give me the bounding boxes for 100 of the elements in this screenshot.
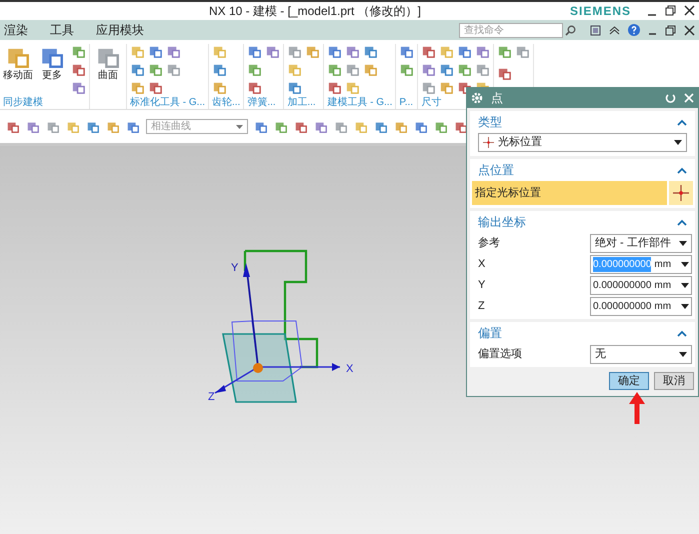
tool-icon[interactable] (475, 44, 490, 59)
tool-icon[interactable] (434, 120, 448, 134)
tool-icon[interactable] (265, 44, 280, 59)
tool-icon[interactable] (363, 62, 378, 77)
tool-icon[interactable] (212, 80, 227, 95)
menu-item[interactable]: 渲染 (4, 21, 28, 39)
point-dialog-button[interactable] (669, 181, 693, 205)
tool-icon[interactable] (6, 120, 20, 134)
search-field[interactable]: 查找命令 (459, 22, 563, 38)
tool-icon[interactable] (439, 62, 454, 77)
search-icon[interactable] (565, 24, 576, 36)
tool-icon[interactable] (345, 44, 360, 59)
tool-icon[interactable] (439, 80, 454, 95)
group-label[interactable]: 齿轮... (212, 96, 240, 109)
tool-icon[interactable] (148, 62, 163, 77)
restore-icon[interactable] (665, 5, 676, 16)
brand-logo: SIEMENS (570, 3, 631, 20)
tool-icon[interactable] (497, 44, 512, 59)
tool-icon[interactable] (327, 80, 342, 95)
coordinate-field[interactable]: 0.000000000 mm (590, 296, 692, 316)
tool-icon[interactable] (497, 66, 512, 82)
ribbon-button[interactable]: 移动面 (3, 44, 33, 96)
menu-item[interactable]: 工具 (50, 21, 74, 39)
tool-icon[interactable] (148, 80, 163, 95)
collapse-icon[interactable] (677, 218, 687, 226)
dropdown-caret-icon[interactable] (681, 282, 689, 288)
group-label[interactable]: 同步建模 (3, 96, 86, 109)
close-icon[interactable] (684, 5, 695, 16)
tool-icon[interactable] (394, 120, 408, 134)
tool-icon[interactable] (515, 44, 530, 59)
restore-icon[interactable] (665, 24, 676, 36)
tool-icon[interactable] (106, 120, 120, 134)
tool-icon[interactable] (148, 44, 163, 59)
tool-icon[interactable] (374, 120, 388, 134)
help-icon[interactable] (628, 24, 640, 36)
tool-icon[interactable] (71, 62, 86, 77)
tool-icon[interactable] (287, 80, 302, 95)
tool-icon[interactable] (126, 120, 140, 134)
tool-icon[interactable] (421, 62, 436, 77)
tool-icon[interactable] (254, 120, 268, 134)
dropdown-caret-icon[interactable] (679, 240, 687, 246)
tool-icon[interactable] (287, 44, 302, 59)
tool-icon[interactable] (130, 62, 145, 77)
tool-icon[interactable] (26, 120, 40, 134)
tool-icon[interactable] (314, 120, 328, 134)
dropdown[interactable]: 绝对 - 工作部件 (590, 234, 692, 252)
menu-item[interactable]: 应用模块 (96, 21, 144, 39)
dropdown-caret-icon[interactable] (681, 304, 689, 308)
tool-icon[interactable] (334, 120, 348, 134)
tool-icon[interactable] (421, 44, 436, 59)
group-label[interactable]: 建模工具 - G... (327, 96, 392, 109)
reference-value: 绝对 - 工作部件 (595, 236, 671, 251)
tool-icon[interactable] (294, 120, 308, 134)
tool-icon[interactable] (212, 62, 227, 77)
tool-icon[interactable] (305, 44, 320, 59)
tool-icon[interactable] (399, 44, 414, 59)
tool-icon[interactable] (327, 62, 342, 77)
dialog-button[interactable]: 取消 (654, 372, 694, 390)
selection-step[interactable]: 指定光标位置 (472, 181, 667, 205)
group-label[interactable]: 加工... (287, 96, 320, 109)
collapse-icon[interactable] (677, 118, 687, 126)
group-label[interactable]: P... (399, 96, 414, 109)
tool-icon[interactable] (166, 62, 181, 77)
collapse-ribbon-icon[interactable] (609, 26, 620, 34)
collapse-icon[interactable] (677, 166, 687, 174)
tool-icon[interactable] (457, 44, 472, 59)
tool-icon[interactable] (475, 62, 490, 77)
coordinate-field[interactable]: 0.000000000 mm (590, 276, 692, 294)
tool-icon[interactable] (46, 120, 60, 134)
dropdown-caret-icon[interactable] (681, 262, 689, 266)
collapse-icon[interactable] (677, 330, 687, 336)
tool-icon[interactable] (345, 62, 360, 77)
tool-icon[interactable] (130, 80, 145, 95)
group-label[interactable]: 弹簧... (247, 96, 280, 109)
dropdown[interactable]: 无 (590, 344, 692, 364)
tool-icon[interactable] (414, 120, 428, 134)
close-icon[interactable] (684, 24, 695, 36)
dialog-button[interactable]: 确定 (609, 372, 649, 390)
tool-icon[interactable] (457, 62, 472, 77)
tool-icon[interactable] (274, 120, 288, 134)
group-label[interactable]: 标准化工具 - G... (130, 96, 205, 109)
tool-icon[interactable] (247, 62, 262, 77)
fullscreen-icon[interactable] (590, 24, 601, 36)
tool-icon[interactable] (86, 120, 100, 134)
tool-icon[interactable] (71, 44, 86, 59)
reset-icon[interactable] (665, 92, 676, 104)
tool-icon[interactable] (421, 80, 436, 95)
tool-icon[interactable] (247, 44, 262, 59)
dropdown-caret-icon[interactable] (679, 352, 687, 356)
tool-icon[interactable] (247, 80, 262, 95)
tool-icon[interactable] (327, 44, 342, 59)
tool-icon[interactable] (363, 44, 378, 59)
dropdown[interactable]: 光标位置 (478, 133, 687, 152)
ribbon-button[interactable]: 更多 (37, 44, 67, 96)
coordinate-field[interactable]: 0.000000000 mm (590, 254, 692, 274)
tool-icon[interactable] (166, 44, 181, 59)
settings-icon[interactable] (471, 92, 483, 104)
tool-icon[interactable] (71, 80, 86, 95)
ribbon-button[interactable]: 曲面 (93, 44, 123, 109)
tool-icon[interactable] (399, 62, 414, 77)
